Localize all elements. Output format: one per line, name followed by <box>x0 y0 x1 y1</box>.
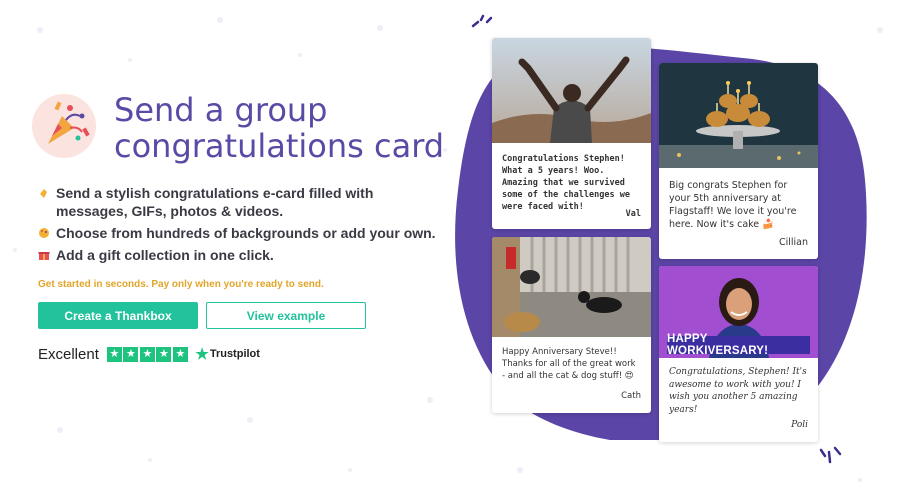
message-card[interactable]: HAPPY WORKIVERSARY! Congratulations, Ste… <box>659 266 818 442</box>
card-message: Big congrats Stephen for your 5th annive… <box>669 180 797 230</box>
cupcakes-photo <box>659 63 818 168</box>
celebration-photo <box>492 38 651 143</box>
star-icon: ★ <box>123 346 139 362</box>
page-title: Send a group congratulations card <box>114 91 445 165</box>
trustpilot-star-icon: ★ <box>195 346 209 363</box>
card-signature: Poli <box>791 420 808 430</box>
create-thankbox-button[interactable]: Create a Thankbox <box>38 302 198 329</box>
party-popper-icon <box>32 94 96 158</box>
star-icon: ★ <box>172 346 188 362</box>
feature-item: Add a gift collection in one click. <box>38 246 448 264</box>
sparkle-decoration <box>471 14 493 28</box>
rating-label: Excellent <box>38 345 99 363</box>
trustpilot-rating[interactable]: Excellent ★ ★ ★ ★ ★ ★ Trustpilot <box>38 345 260 364</box>
card-signature: Val <box>625 209 641 219</box>
star-icon: ★ <box>156 346 172 362</box>
star-icon: ★ <box>139 346 155 362</box>
view-example-button[interactable]: View example <box>206 302 366 329</box>
trustpilot-logo: ★ Trustpilot <box>195 346 260 363</box>
cat-dog-gif <box>492 237 651 337</box>
palette-icon <box>39 228 49 238</box>
message-card[interactable]: Happy Anniversary Steve!! Thanks for all… <box>492 237 651 413</box>
clapping-hands-icon <box>40 189 47 198</box>
card-signature: Cath <box>621 391 641 401</box>
rating-stars: ★ ★ ★ ★ ★ <box>106 346 190 362</box>
gift-icon <box>38 252 50 260</box>
tagline: Get started in seconds. Pay only when yo… <box>38 279 324 290</box>
card-message: Congratulations Stephen! What a 5 years!… <box>502 154 630 212</box>
workiversary-banner: HAPPY WORKIVERSARY! <box>667 333 810 357</box>
feature-list: Send a stylish congratulations e-card fi… <box>38 184 448 268</box>
message-card[interactable]: Congratulations Stephen! What a 5 years!… <box>492 38 651 229</box>
card-message: Happy Anniversary Steve!! Thanks for all… <box>502 347 636 381</box>
star-icon: ★ <box>106 346 122 362</box>
sparkle-decoration <box>819 446 842 464</box>
message-card[interactable]: Big congrats Stephen for your 5th annive… <box>659 63 818 259</box>
card-signature: Cillian <box>778 237 808 248</box>
card-message: Congratulations, Stephen! It's awesome t… <box>669 367 807 415</box>
feature-item: Send a stylish congratulations e-card fi… <box>38 184 448 220</box>
feature-item: Choose from hundreds of backgrounds or a… <box>38 224 448 242</box>
